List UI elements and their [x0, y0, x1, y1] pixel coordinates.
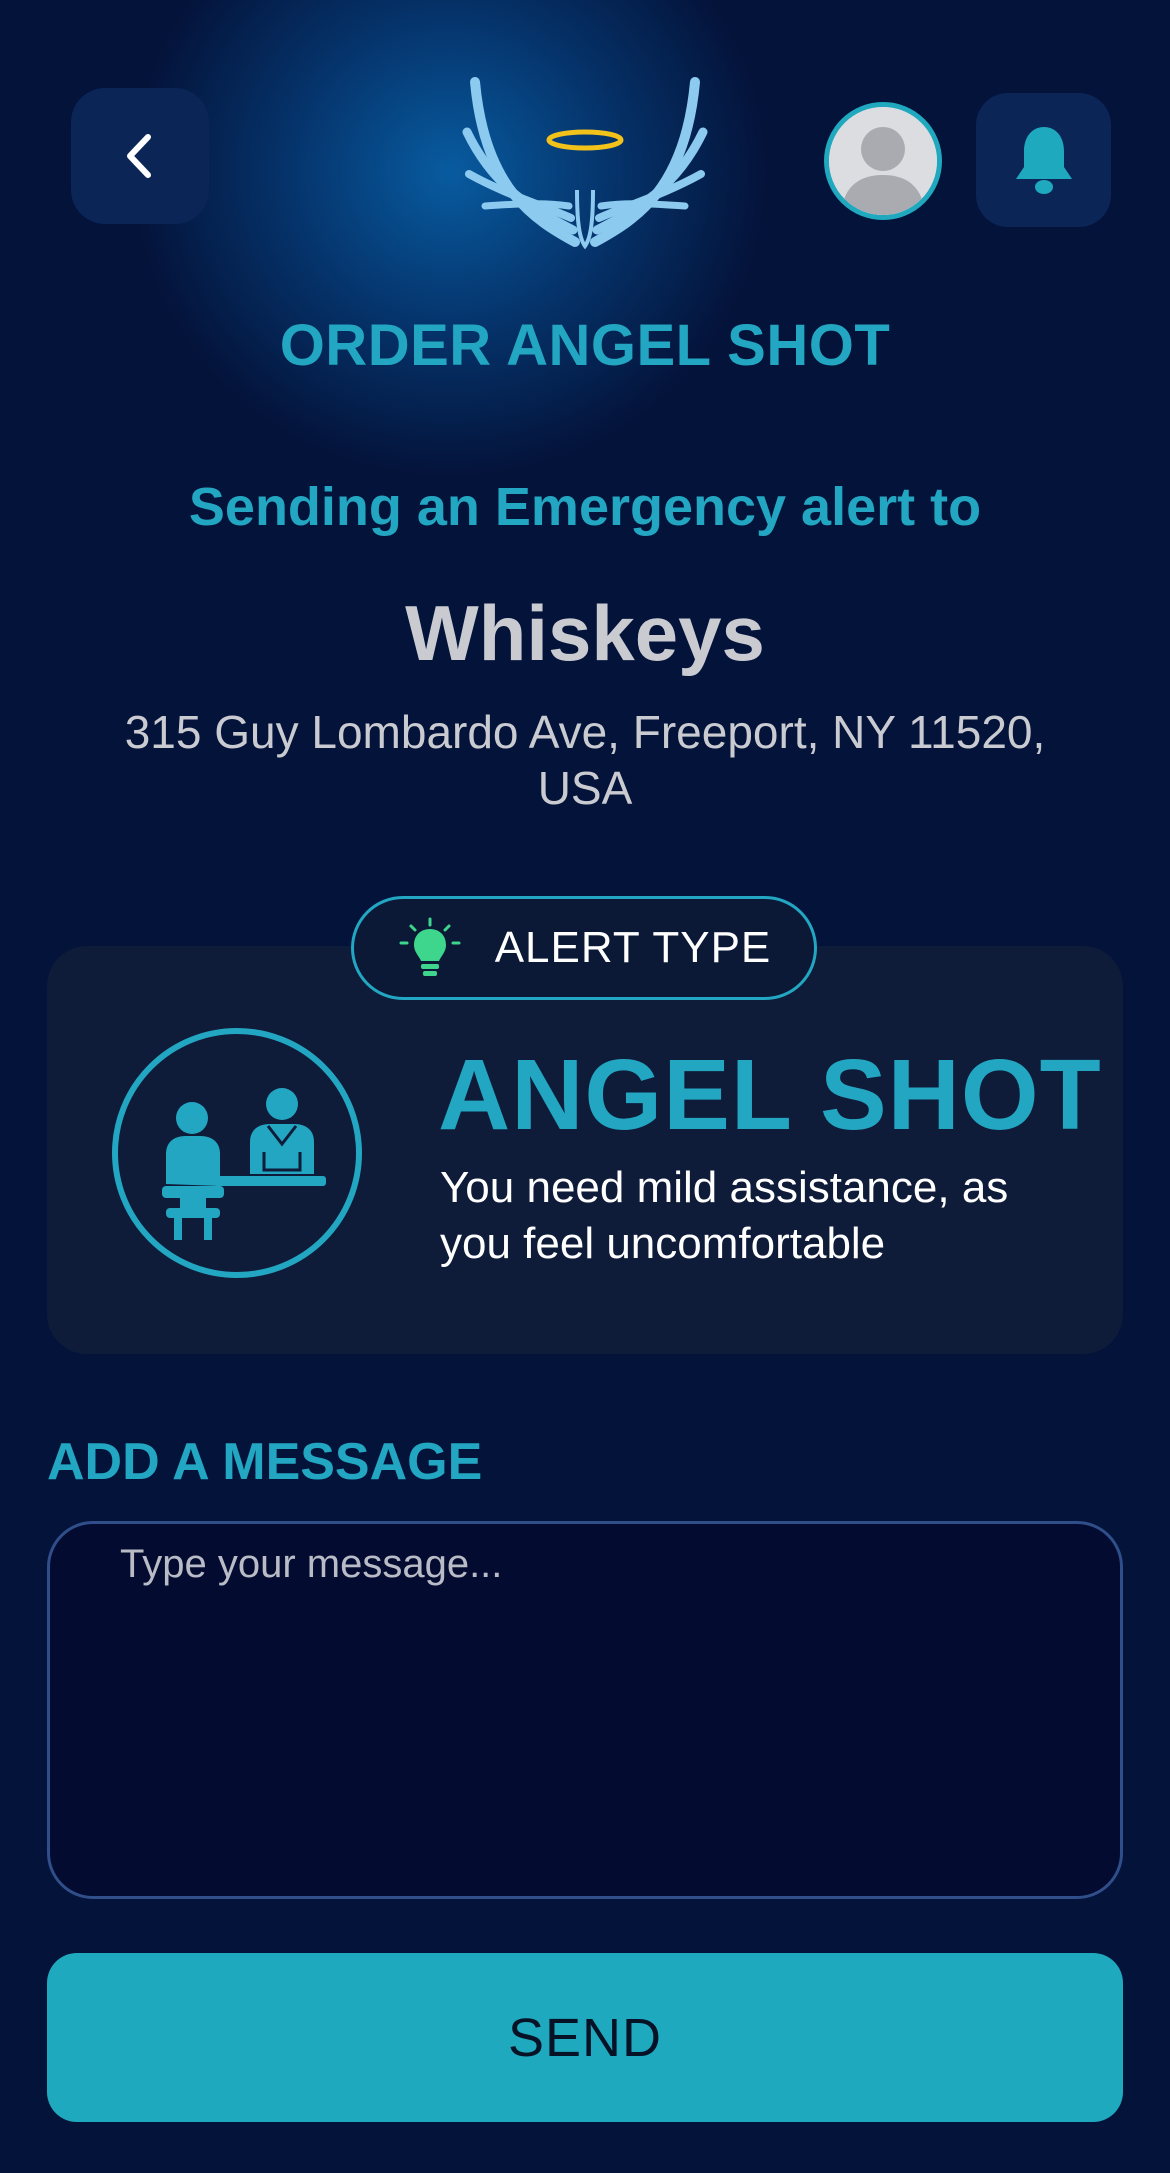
bar-patron-and-bartender-icon: [112, 1028, 362, 1278]
angel-wings-halo-logo: [462, 77, 708, 250]
page-title: ORDER ANGEL SHOT: [279, 313, 891, 378]
alert-name: ANGEL SHOT: [438, 1039, 1102, 1151]
alert-type-label: ALERT TYPE: [494, 923, 772, 972]
user-avatar[interactable]: [824, 102, 942, 220]
chevron-left-icon: [127, 134, 151, 178]
sending-label: Sending an Emergency alert to: [188, 477, 982, 537]
bell-icon: [1015, 127, 1072, 194]
alert-description: You need mild assistance, as you feel un…: [440, 1163, 1009, 1268]
user-avatar-placeholder-icon: [829, 107, 937, 215]
venue-name: Whiskeys: [405, 589, 765, 677]
send-button[interactable]: SEND: [47, 1953, 1123, 2122]
message-heading: ADD A MESSAGE: [47, 1433, 483, 1491]
notifications-button[interactable]: [976, 93, 1111, 227]
alert-type-pill: ALERT TYPE: [351, 896, 817, 1000]
lightbulb-icon: [399, 917, 461, 976]
venue-address: 315 Guy Lombardo Ave, Freeport, NY 11520…: [124, 706, 1046, 814]
back-button[interactable]: [71, 88, 209, 224]
message-input[interactable]: [47, 1521, 1123, 1899]
